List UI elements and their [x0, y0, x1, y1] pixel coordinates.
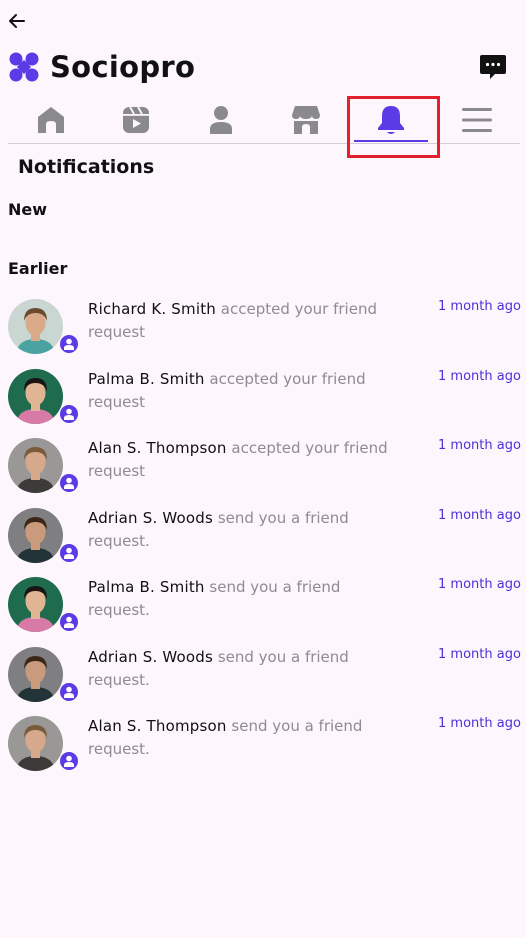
avatar[interactable] — [8, 507, 63, 563]
person-icon — [64, 338, 74, 350]
notification-time: 1 month ago — [438, 716, 521, 731]
logo-icon — [9, 52, 39, 82]
avatar[interactable] — [8, 577, 63, 632]
notification-text: Alan S. Thompson accepted your friend re… — [88, 437, 388, 483]
tab-notifications[interactable] — [348, 96, 434, 144]
friend-badge — [59, 403, 79, 424]
store-icon — [292, 106, 320, 134]
avatar[interactable] — [8, 438, 63, 493]
home-icon — [38, 107, 64, 133]
friend-badge — [59, 542, 79, 563]
avatar-wrapper — [8, 299, 80, 357]
notification-user-name[interactable]: Adrian S. Woods — [88, 648, 213, 666]
notification-item[interactable]: Richard K. Smith accepted your friend re… — [0, 296, 526, 366]
avatar-photo — [8, 368, 63, 424]
avatar-wrapper — [8, 577, 80, 635]
notification-user-name[interactable]: Alan S. Thompson — [88, 717, 227, 735]
video-icon — [123, 106, 149, 133]
avatar-wrapper — [8, 368, 80, 427]
notification-user-name[interactable]: Palma B. Smith — [88, 370, 205, 388]
tab-profile[interactable] — [178, 96, 264, 144]
active-tab-indicator — [354, 140, 428, 142]
notification-text: Palma B. Smith accepted your friend requ… — [88, 368, 388, 414]
avatar-photo — [8, 716, 63, 771]
tab-videos[interactable] — [93, 96, 179, 144]
notification-time: 1 month ago — [438, 368, 521, 384]
avatar-photo — [8, 299, 63, 354]
notification-time: 1 month ago — [438, 507, 521, 523]
brand: Sociopro — [8, 50, 195, 84]
avatar[interactable] — [8, 368, 63, 424]
notification-text: Adrian S. Woods send you a friend reques… — [88, 507, 388, 553]
person-icon — [64, 616, 74, 628]
arrow-left-icon — [9, 14, 25, 28]
section-earlier: Earlier — [8, 259, 68, 278]
notification-user-name[interactable]: Richard K. Smith — [88, 300, 216, 318]
avatar[interactable] — [8, 716, 63, 771]
avatar-photo — [8, 577, 63, 632]
avatar-photo — [8, 646, 63, 702]
avatar[interactable] — [8, 646, 63, 702]
notification-item[interactable]: Adrian S. Woods send you a friend reques… — [0, 505, 526, 575]
notification-item[interactable]: Palma B. Smith accepted your friend requ… — [0, 366, 526, 436]
friend-badge — [59, 334, 79, 354]
notification-time: 1 month ago — [438, 438, 521, 453]
person-icon — [64, 686, 74, 698]
tab-home[interactable] — [8, 96, 94, 144]
app-title: Sociopro — [50, 50, 196, 84]
notification-item[interactable]: Palma B. Smith send you a friend request… — [0, 574, 526, 644]
notification-time: 1 month ago — [438, 646, 521, 662]
bell-icon — [378, 106, 404, 134]
notification-text: Richard K. Smith accepted your friend re… — [88, 298, 388, 344]
notification-time: 1 month ago — [438, 299, 521, 314]
notification-time: 1 month ago — [438, 577, 521, 592]
avatar-wrapper — [8, 507, 80, 566]
avatar-photo — [8, 438, 63, 493]
section-new: New — [8, 200, 48, 219]
friend-badge — [59, 751, 79, 771]
person-icon — [64, 547, 74, 559]
friend-badge — [59, 612, 79, 632]
notification-item[interactable]: Alan S. Thompson send you a friend reque… — [0, 713, 526, 783]
back-button[interactable] — [6, 10, 28, 32]
friend-badge — [59, 681, 79, 702]
person-icon — [64, 755, 74, 767]
notification-item[interactable]: Adrian S. Woods send you a friend reques… — [0, 644, 526, 714]
notification-user-name[interactable]: Palma B. Smith — [88, 578, 205, 596]
notification-text: Alan S. Thompson send you a friend reque… — [88, 715, 388, 761]
chat-bubble-icon — [480, 55, 506, 79]
avatar-photo — [8, 507, 63, 563]
chat-button[interactable] — [478, 52, 508, 82]
notification-list: Richard K. Smith accepted your friend re… — [0, 296, 526, 783]
avatar-wrapper — [8, 646, 80, 705]
notification-user-name[interactable]: Alan S. Thompson — [88, 439, 227, 457]
nav-bar — [8, 96, 520, 144]
avatar-wrapper — [8, 716, 80, 774]
person-icon — [210, 106, 232, 134]
tab-menu[interactable] — [434, 96, 520, 144]
person-icon — [64, 408, 74, 420]
friend-badge — [59, 473, 79, 493]
person-icon — [64, 477, 74, 489]
notification-user-name[interactable]: Adrian S. Woods — [88, 509, 213, 527]
notification-item[interactable]: Alan S. Thompson accepted your friend re… — [0, 435, 526, 505]
menu-icon — [462, 108, 492, 132]
notification-text: Palma B. Smith send you a friend request… — [88, 576, 388, 622]
avatar[interactable] — [8, 299, 63, 354]
page-title: Notifications — [18, 156, 155, 178]
avatar-wrapper — [8, 438, 80, 496]
tab-marketplace[interactable] — [263, 96, 349, 144]
notification-text: Adrian S. Woods send you a friend reques… — [88, 646, 388, 692]
